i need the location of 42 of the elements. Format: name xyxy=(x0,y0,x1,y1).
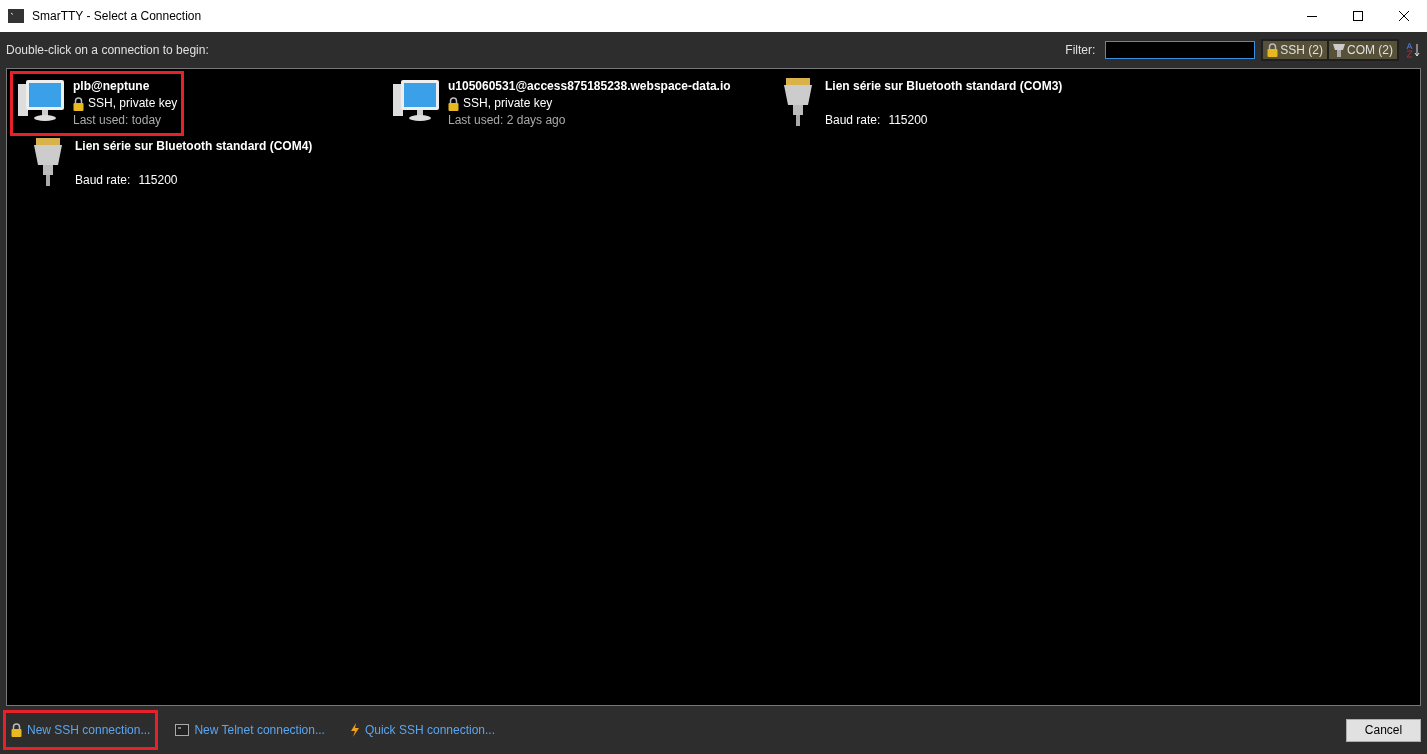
baud-rate-label: Baud rate: xyxy=(825,112,881,129)
sort-icon[interactable] xyxy=(1405,42,1421,58)
connection-name: plb@neptune xyxy=(73,78,151,95)
last-used-text: Last used: 2 days ago xyxy=(448,112,567,129)
instruction-text: Double-click on a connection to begin: xyxy=(6,42,209,59)
terminal-icon xyxy=(8,9,24,23)
minimize-icon xyxy=(1307,15,1317,17)
new-connection-link[interactable]: New Telnet connection... xyxy=(170,713,330,747)
padlock-icon xyxy=(73,96,84,111)
connection-item[interactable]: plb@neptune SSH, private key Last used: today xyxy=(13,74,182,133)
filter-field[interactable] xyxy=(1105,41,1256,59)
filter-label: Filter: xyxy=(1065,42,1096,59)
baud-rate-value: 115200 xyxy=(138,172,178,189)
serial-connector-icon xyxy=(33,138,63,186)
connection-item[interactable]: u105060531@access875185238.webspace-data.io SSH, private key Last used: 2 days ago xyxy=(388,74,735,133)
connection-item[interactable]: Lien série sur Bluetooth standard (COM3) Baud rate: 115200 xyxy=(763,74,1067,133)
last-used-text: Last used: today xyxy=(73,112,163,129)
connection-name: Lien série sur Bluetooth standard (COM3) xyxy=(825,78,1063,95)
computer-icon xyxy=(392,78,440,122)
baud-rate-value: 115200 xyxy=(888,112,928,129)
window-title: SmarTTY - Select a Connection xyxy=(32,8,202,25)
connection-type: SSH, private key xyxy=(463,95,553,112)
padlock-icon xyxy=(1267,43,1279,57)
filter-toggle[interactable]: COM (2) xyxy=(1329,41,1397,59)
connection-type: SSH, private key xyxy=(88,95,178,112)
computer-icon xyxy=(17,78,65,122)
serial-connector-icon xyxy=(783,78,813,126)
cancel-button[interactable]: Cancel xyxy=(1346,718,1421,742)
filter-toggle[interactable]: SSH (2) xyxy=(1263,41,1327,59)
baud-rate-label: Baud rate: xyxy=(75,172,131,189)
padlock-icon xyxy=(448,96,459,111)
connection-item[interactable]: Lien série sur Bluetooth standard (COM4) Baud rate: 115200 xyxy=(13,134,317,193)
new-connection-link[interactable]: Quick SSH connection... xyxy=(344,713,500,747)
connection-name: Lien série sur Bluetooth standard (COM4) xyxy=(75,138,313,155)
terminal-icon xyxy=(175,724,190,736)
padlock-icon xyxy=(11,723,22,737)
connection-name: u105060531@access875185238.webspace-data.io xyxy=(448,78,731,95)
connector-icon xyxy=(1333,43,1345,57)
lightning-icon xyxy=(349,723,360,737)
close-icon xyxy=(1399,11,1409,21)
new-connection-link[interactable]: New SSH connection... xyxy=(6,713,156,747)
maximize-icon xyxy=(1353,11,1363,21)
